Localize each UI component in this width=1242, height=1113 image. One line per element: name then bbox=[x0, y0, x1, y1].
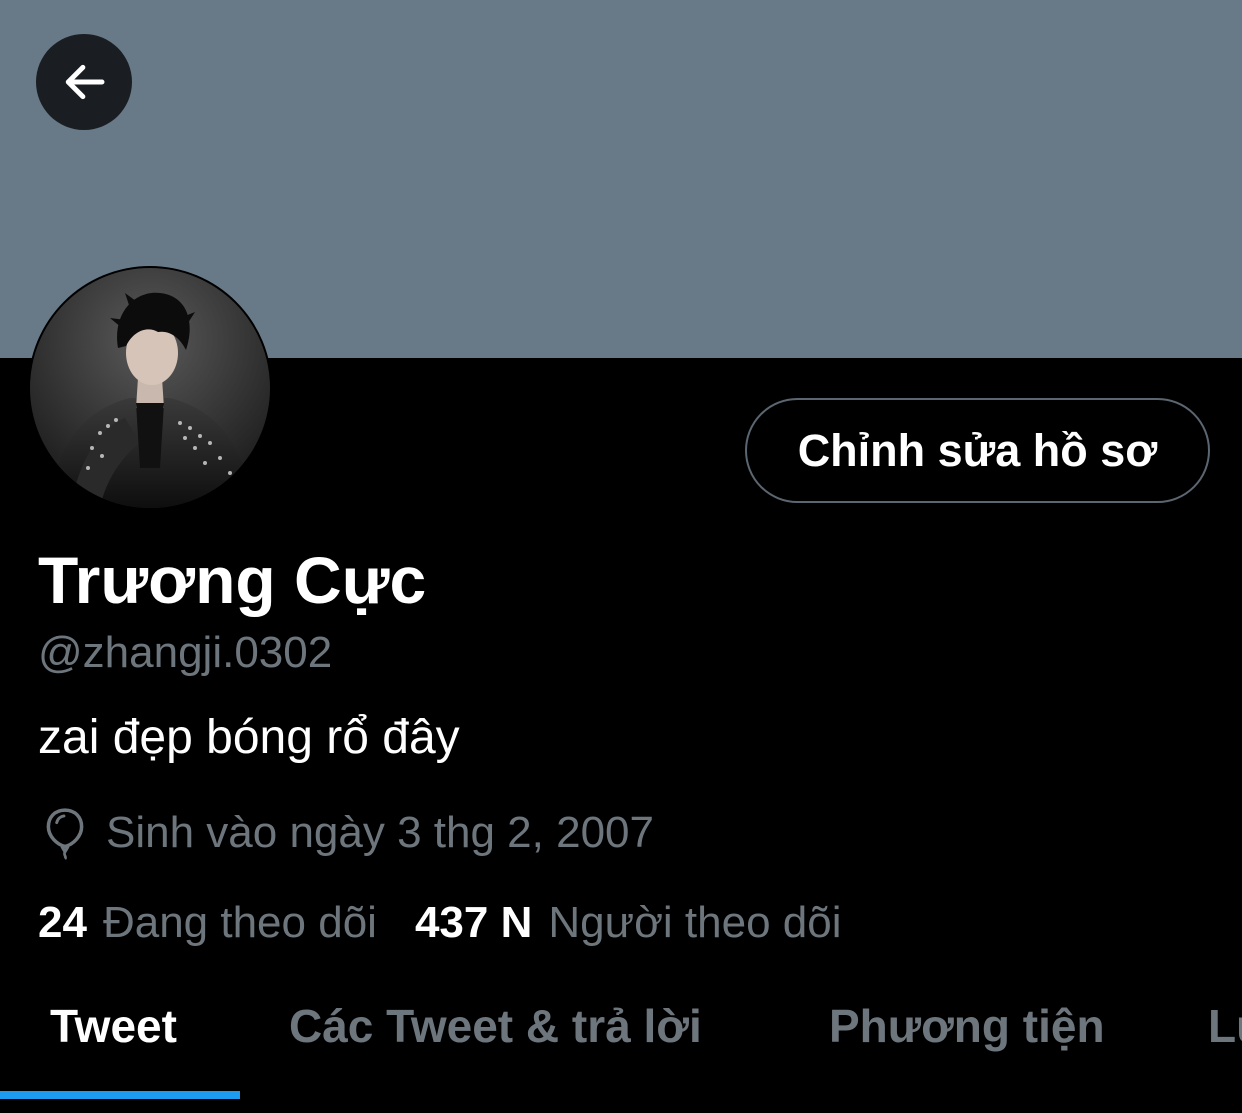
back-button[interactable] bbox=[36, 34, 132, 130]
display-name: Trương Cực bbox=[38, 543, 427, 617]
followers-link[interactable]: 437 N Người theo dõi bbox=[415, 898, 842, 948]
avatar-image bbox=[30, 268, 270, 508]
followers-label: Người theo dõi bbox=[548, 898, 842, 947]
following-label: Đang theo dõi bbox=[102, 898, 377, 947]
following-count: 24 bbox=[38, 898, 87, 947]
tab-tweets[interactable]: Tweet bbox=[50, 968, 177, 1083]
username-handle: @zhangji.0302 bbox=[38, 628, 333, 677]
profile-tabs: Tweet Các Tweet & trả lời Phương tiện Lư bbox=[0, 968, 1242, 1098]
tab-likes[interactable]: Lư bbox=[1208, 968, 1242, 1083]
birthday-row: Sinh vào ngày 3 thg 2, 2007 bbox=[38, 806, 654, 860]
balloon-icon bbox=[46, 808, 84, 860]
arrow-left-icon bbox=[65, 64, 105, 100]
followers-count: 437 N bbox=[414, 898, 533, 947]
tab-media[interactable]: Phương tiện bbox=[829, 968, 1105, 1083]
edit-profile-button[interactable]: Chỉnh sửa hồ sơ bbox=[745, 398, 1210, 503]
follow-stats: 24 Đang theo dõi 437 N Người theo dõi bbox=[38, 898, 842, 948]
following-link[interactable]: 24 Đang theo dõi bbox=[38, 898, 377, 948]
profile-avatar[interactable] bbox=[30, 268, 270, 508]
active-tab-indicator bbox=[0, 1091, 240, 1099]
profile-bio: zai đẹp bóng rổ đây bbox=[38, 711, 460, 764]
tab-tweets-replies[interactable]: Các Tweet & trả lời bbox=[289, 968, 702, 1083]
birthday-text: Sinh vào ngày 3 thg 2, 2007 bbox=[106, 808, 654, 857]
